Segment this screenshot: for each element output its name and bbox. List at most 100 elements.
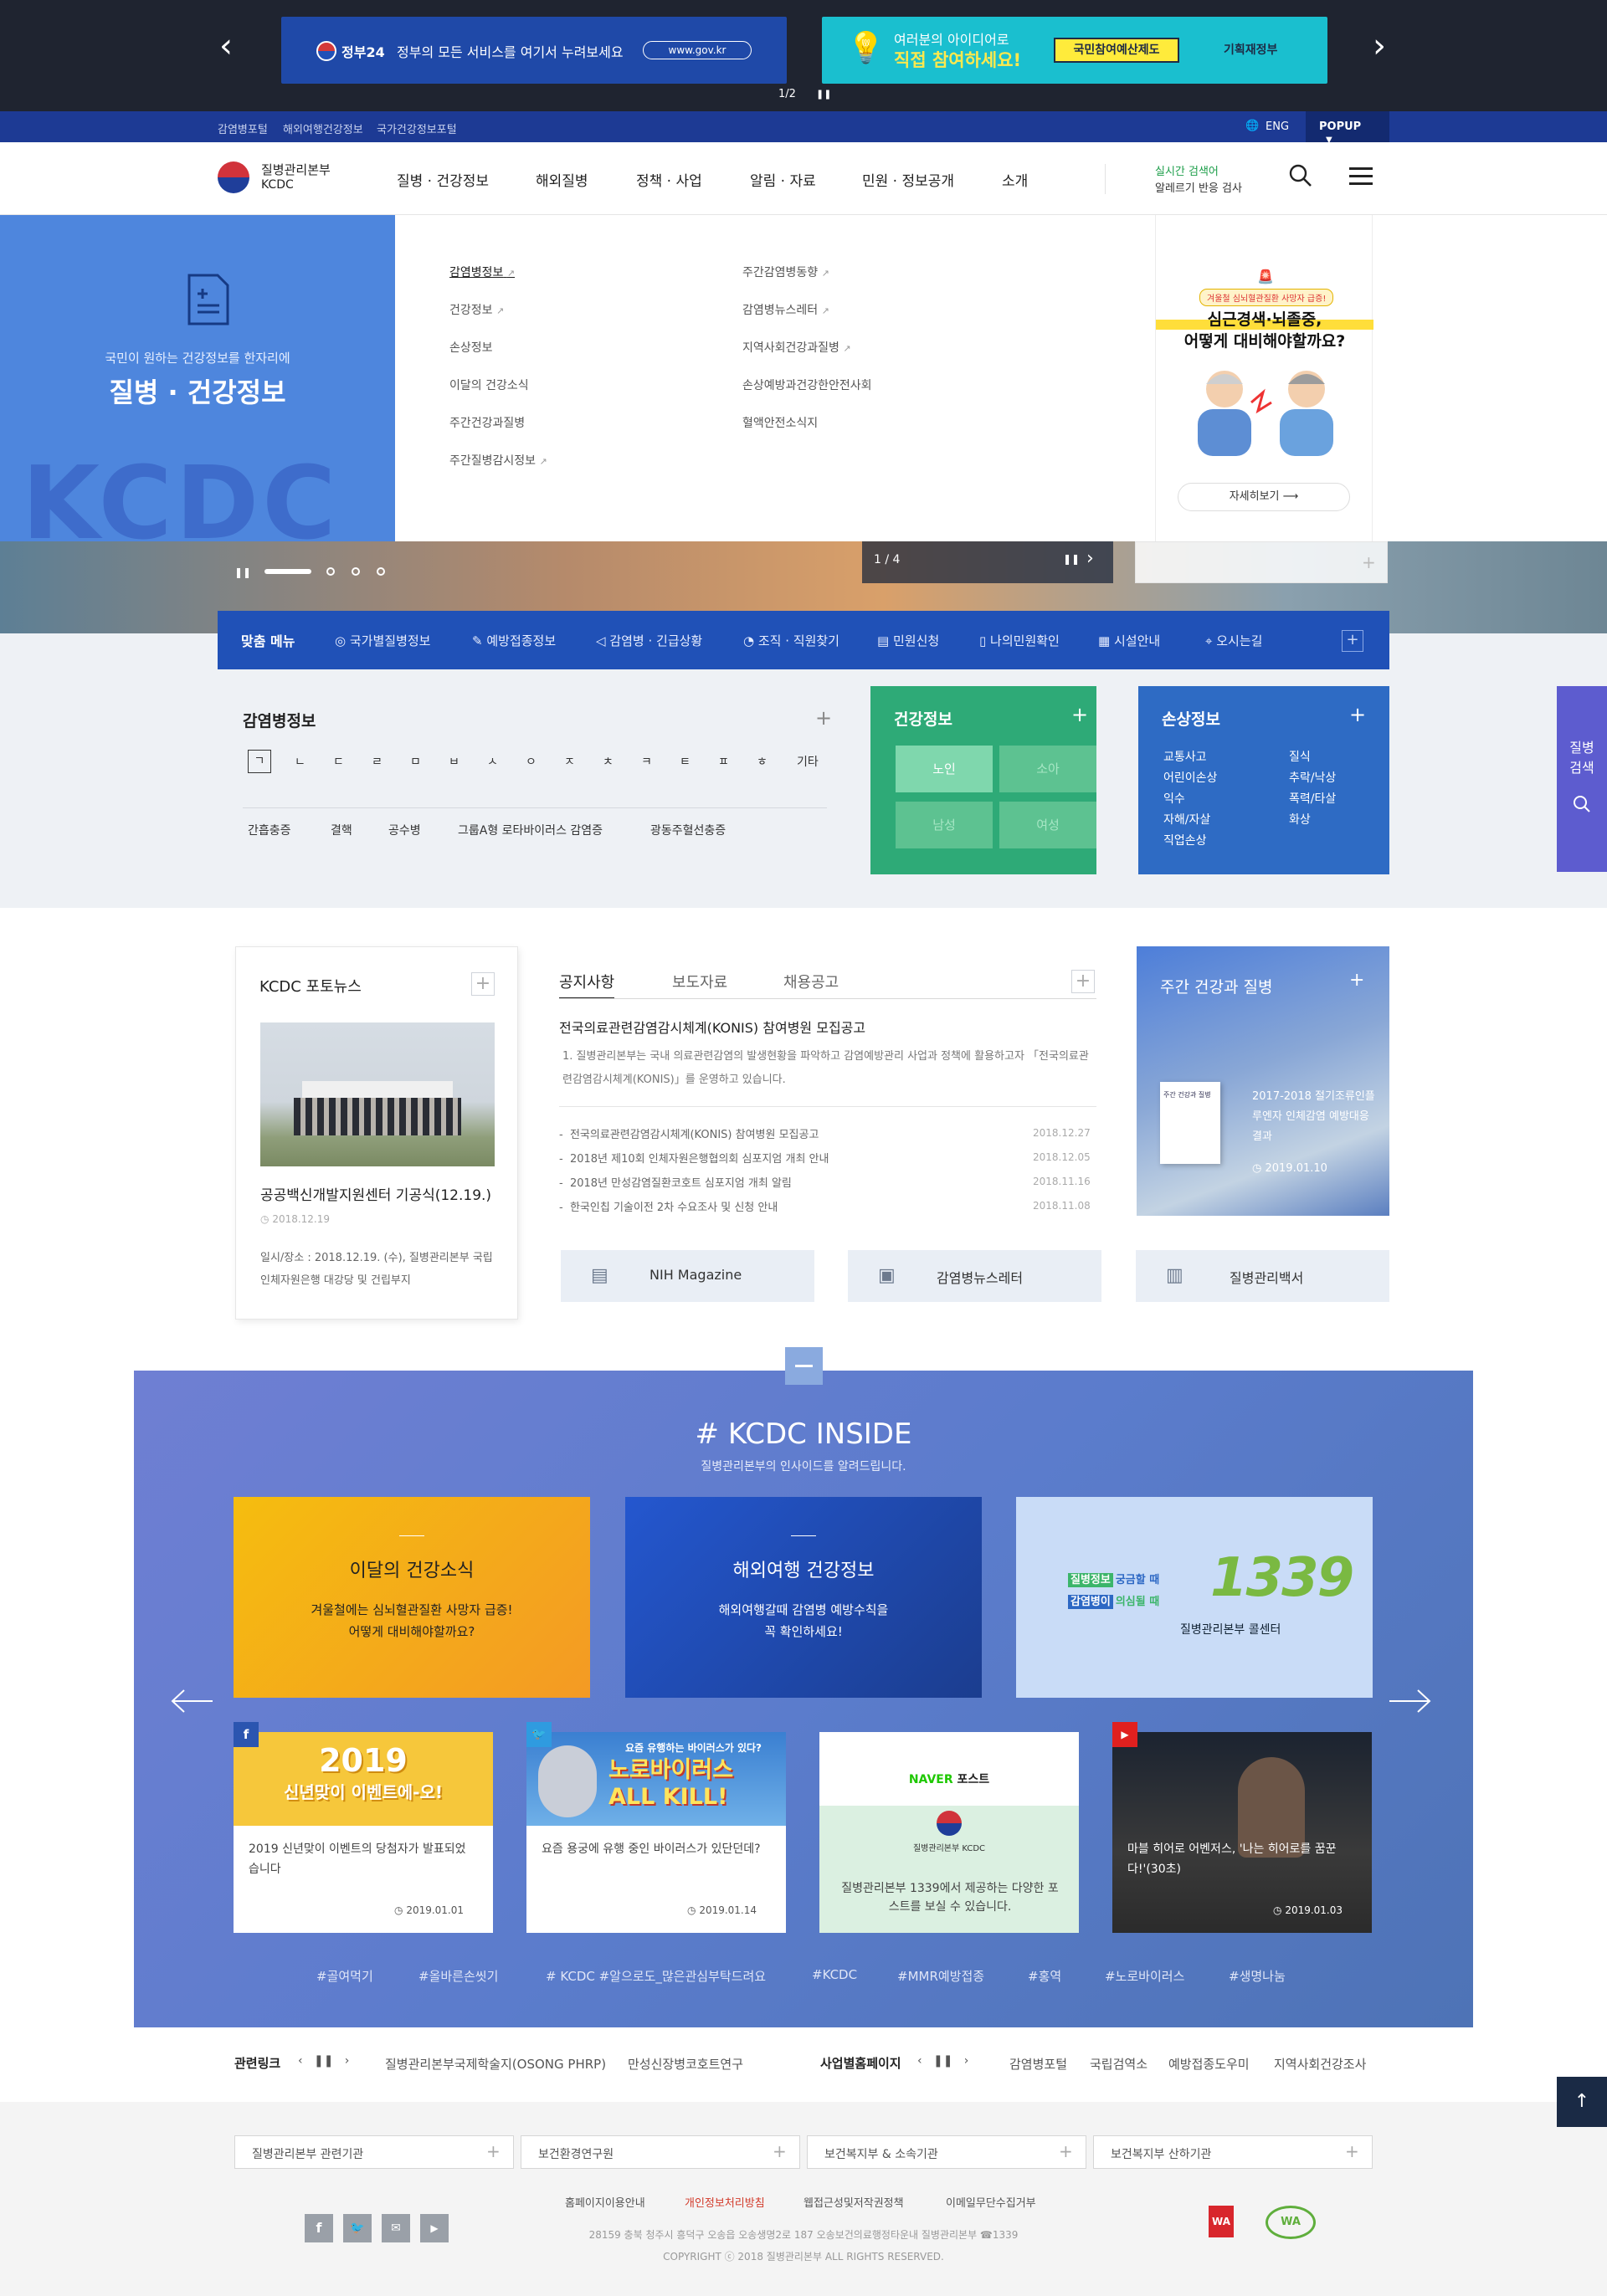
lang-link[interactable]: ENG <box>1266 120 1289 133</box>
mm-health-info[interactable]: 건강정보 ↗ <box>449 301 504 318</box>
consonant-tab[interactable]: ㅊ <box>603 753 614 770</box>
injury-link[interactable]: 익수 <box>1163 789 1217 810</box>
health-btn-female[interactable]: 여성 <box>999 802 1096 848</box>
notice-item[interactable]: - 2018년 만성감염질환코호트 심포지엄 개최 알림 <box>559 1174 792 1190</box>
logo-en[interactable]: KCDC <box>261 178 294 192</box>
disease-link[interactable]: 공수병 <box>388 822 421 838</box>
pause-icon[interactable]: ❚❚ <box>314 2054 333 2068</box>
site-link[interactable]: 국립검역소 <box>1090 2055 1147 2073</box>
hashtag[interactable]: #홍역 <box>1028 1967 1061 1985</box>
hashtag[interactable]: #노로바이러스 <box>1105 1967 1184 1985</box>
health-btn-child[interactable]: 소아 <box>999 746 1096 792</box>
notice-item[interactable]: - 한국인칩 기술이전 2차 수요조사 및 신청 안내 <box>559 1198 778 1214</box>
gnb-overseas[interactable]: 해외질병 <box>536 169 588 190</box>
plus-icon[interactable]: + <box>1071 703 1088 726</box>
quick-item-staff[interactable]: ◔ 조직 · 직원찾기 <box>743 632 839 649</box>
quick-item-emergency[interactable]: ◁ 감염병 · 긴급상황 <box>596 632 702 649</box>
consonant-tab[interactable]: ㅅ <box>487 753 498 770</box>
injury-link[interactable]: 직업손상 <box>1163 831 1217 852</box>
scroll-top-button[interactable]: ↑ <box>1557 2077 1607 2127</box>
side-disease-search[interactable]: 질병 검색 <box>1557 686 1607 872</box>
footer-link-privacy[interactable]: 개인정보처리방침 <box>685 2194 765 2210</box>
arrow-left-icon[interactable] <box>171 1689 214 1714</box>
banner-budget[interactable]: 💡 여러분의 아이디어로 직접 참여하세요! 국민참여예산제도 기획재정부 <box>822 17 1327 84</box>
disease-link[interactable]: 광동주혈선충증 <box>650 822 726 838</box>
mm-community-health[interactable]: 지역사회건강과질병 ↗ <box>742 339 851 356</box>
notice-item[interactable]: - 2018년 제10회 인체자원은행협의회 심포지엄 개최 안내 <box>559 1150 829 1166</box>
mm-injury-prevention[interactable]: 손상예방과건강한안전사회 <box>742 377 872 393</box>
chevron-left-icon[interactable]: ‹ <box>917 2054 922 2068</box>
consonant-tab[interactable]: ㄷ <box>333 753 344 770</box>
notice-item[interactable]: - 전국의료관련감염감시체계(KONIS) 참여병원 모집공고 <box>559 1125 819 1141</box>
sns-card-twitter[interactable]: 🐦 요즘 유행하는 바이러스가 있다? 노로바이러스 ALL KILL! 요즘 … <box>526 1722 786 1933</box>
hero-dot[interactable] <box>326 567 335 576</box>
hashtag[interactable]: #MMR예방접종 <box>897 1967 984 1985</box>
hero-dot[interactable] <box>377 567 385 576</box>
sns-card-naver-post[interactable]: NAVER 포스트 질병관리본부 KCDC 질병관리본부 1339에서 제공하는… <box>819 1732 1079 1933</box>
consonant-tab[interactable]: ㅌ <box>680 753 691 770</box>
pause-icon[interactable]: ❚❚ <box>933 2054 952 2068</box>
menu-icon[interactable] <box>1349 167 1373 186</box>
pause-icon[interactable]: ❚❚ <box>1063 553 1080 565</box>
hero-search-box[interactable]: + <box>1135 541 1388 583</box>
hero-dot-active[interactable] <box>264 569 311 574</box>
consonant-tab[interactable]: ㄴ <box>295 753 305 770</box>
plus-icon[interactable]: + <box>1349 703 1366 726</box>
site-link[interactable]: 감염병포털 <box>1009 2055 1067 2073</box>
hashtag[interactable]: #KCDC <box>812 1967 857 1982</box>
consonant-tab[interactable]: ㅈ <box>564 753 575 770</box>
sns-card-youtube[interactable]: ▶ 마블 히어로 어벤저스, '나는 히어로를 꿈꾼다!'(30초) ◷ 201… <box>1112 1722 1372 1933</box>
gnb-civil[interactable]: 민원 · 정보공개 <box>862 169 954 190</box>
mm-injury-info[interactable]: 손상정보 <box>449 339 493 356</box>
family-site-select[interactable]: 보건복지부 산하기관 + <box>1093 2135 1373 2169</box>
youtube-icon[interactable]: ▶ <box>420 2214 449 2242</box>
quick-item-location[interactable]: ⌖ 오시는길 <box>1205 632 1262 649</box>
injury-link[interactable]: 질식 <box>1289 747 1336 768</box>
mm-blood-safety[interactable]: 혈액안전소식지 <box>742 414 818 431</box>
hero-pause-icon[interactable]: ❚❚ <box>234 566 251 578</box>
gnb-disease[interactable]: 질병 · 건강정보 <box>397 169 489 190</box>
util-link[interactable]: 감염병포털 <box>218 120 268 136</box>
chevron-left-icon[interactable]: ‹ <box>213 25 239 67</box>
weekly-health-card[interactable]: 주간 건강과 질병 + 주간 건강과 질병 2017-2018 절기조류인플루엔… <box>1137 946 1389 1216</box>
pause-icon[interactable]: ❚❚ <box>816 89 831 100</box>
inside-toggle-button[interactable] <box>785 1347 823 1385</box>
injury-link[interactable]: 화상 <box>1289 810 1336 831</box>
consonant-tab[interactable]: ㅂ <box>449 753 460 770</box>
consonant-tab[interactable]: ㅇ <box>526 753 537 770</box>
disease-link[interactable]: 그룹A형 로타바이러스 감염증 <box>458 822 603 838</box>
quick-item-my-civil[interactable]: ▯ 나의민원확인 <box>979 632 1060 649</box>
family-site-select[interactable]: 보건복지부 & 소속기관 + <box>807 2135 1086 2169</box>
gnb-policy[interactable]: 정책 · 사업 <box>636 169 702 190</box>
consonant-tab[interactable]: ㄹ <box>372 753 382 770</box>
quick-item-facility[interactable]: ▦ 시설안내 <box>1098 632 1160 649</box>
chevron-right-icon[interactable]: › <box>1086 548 1094 569</box>
hero-dot[interactable] <box>352 567 360 576</box>
consonant-tab[interactable]: ㅋ <box>641 753 652 770</box>
hashtag[interactable]: #생명나눔 <box>1229 1967 1286 1985</box>
quick-item-country[interactable]: ◎ 국가별질병정보 <box>335 632 430 649</box>
promo-more-button[interactable]: 자세히보기 ⟶ <box>1178 483 1350 511</box>
consonant-tab[interactable]: ㅍ <box>718 753 729 770</box>
logo-kr[interactable]: 질병관리본부 <box>261 161 331 178</box>
tab-notice[interactable]: 공지사항 <box>559 971 615 999</box>
site-link[interactable]: 지역사회건강조사 <box>1274 2055 1366 2073</box>
health-btn-elderly[interactable]: 노인 <box>896 746 993 792</box>
photo-news-image[interactable] <box>260 1022 495 1166</box>
tab-recruit[interactable]: 채용공고 <box>783 971 839 992</box>
hashtag[interactable]: #골여먹기 <box>316 1967 373 1985</box>
notice-head-title[interactable]: 전국의료관련감염감시체계(KONIS) 참여병원 모집공고 <box>559 1017 865 1037</box>
injury-link[interactable]: 교통사고 <box>1163 747 1217 768</box>
mm-weekly-trend[interactable]: 주간감염병동향 ↗ <box>742 264 829 280</box>
hashtag[interactable]: # KCDC #알으로도_많은관심부탁드려요 <box>546 1967 766 1985</box>
consonant-tab[interactable]: ㅎ <box>757 753 768 770</box>
mm-weekly-health[interactable]: 주간건강과질병 <box>449 414 525 431</box>
util-link[interactable]: 해외여행건강정보 <box>283 120 363 136</box>
plus-icon[interactable]: + <box>1349 970 1364 991</box>
shortcut-nih[interactable]: ▤ NIH Magazine <box>561 1250 814 1302</box>
search-icon[interactable] <box>1289 164 1312 187</box>
photo-news-headline[interactable]: 공공백신개발지원센터 기공식(12.19.) <box>260 1183 491 1204</box>
related-link[interactable]: 만성신장병코호트연구 <box>628 2055 743 2073</box>
injury-link[interactable]: 추락/낙상 <box>1289 768 1336 789</box>
quick-item-apply[interactable]: ▤ 민원신청 <box>877 632 939 649</box>
